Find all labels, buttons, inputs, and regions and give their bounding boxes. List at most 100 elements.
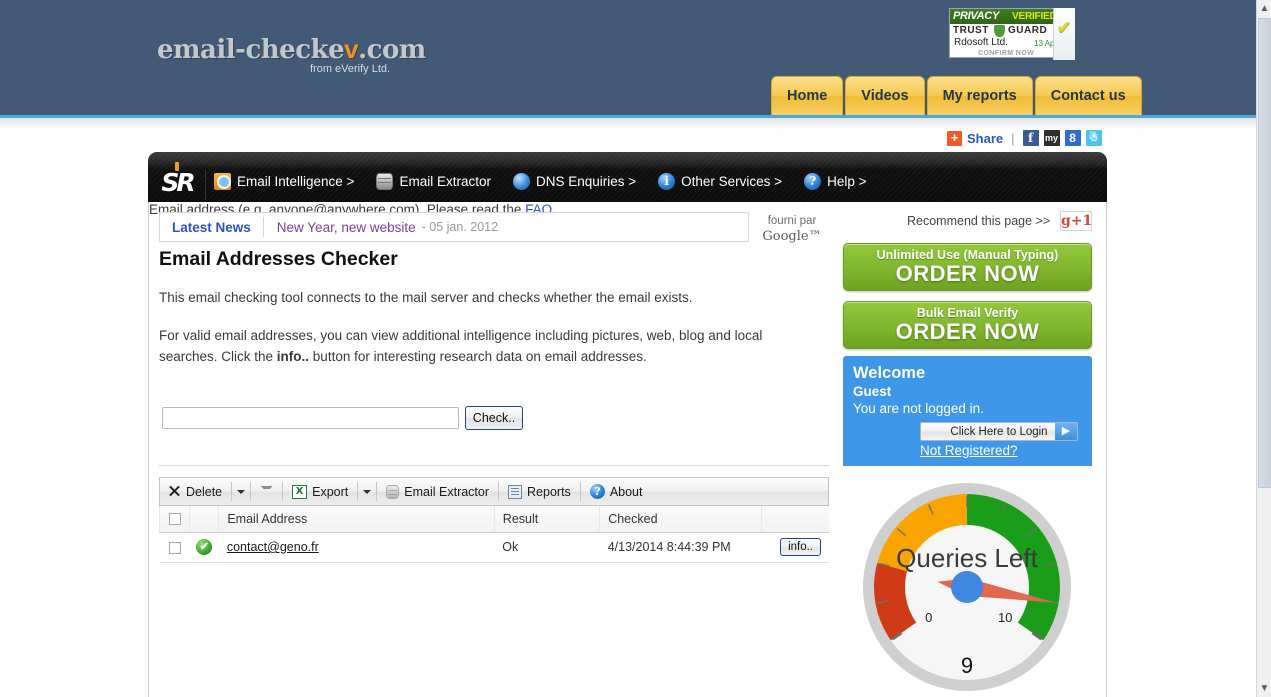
logo-text: email-checke — [157, 35, 345, 65]
delete-dropdown-icon[interactable] — [233, 478, 249, 505]
nav-tab-home[interactable]: Home — [771, 76, 844, 115]
toolbar-separator-5 — [376, 482, 378, 501]
googleplus-share-icon[interactable]: 8 — [1064, 130, 1081, 146]
select-all-header[interactable] — [158, 506, 190, 533]
status-header — [189, 506, 219, 533]
column-header-result[interactable]: Result — [493, 506, 600, 533]
menu-label-email-intelligence: Email Intelligence > — [237, 174, 355, 189]
help-icon: ? — [589, 484, 605, 499]
welcome-title: Welcome — [853, 364, 926, 382]
scroll-down-icon[interactable]: ▼ — [1257, 680, 1271, 697]
order-unlimited-subtitle: Unlimited Use (Manual Typing) — [876, 248, 1059, 262]
row-result-cell: Ok — [494, 532, 600, 563]
logo-tagline: from eVerify Ltd. — [310, 63, 391, 75]
gauge-svg: Queries Left 0 10 9 — [859, 479, 1075, 695]
email-address-link[interactable]: contact@geno.fr — [227, 540, 319, 554]
latest-news-label: Latest News — [172, 219, 251, 235]
nav-tab-contact-us[interactable]: Contact us — [1034, 76, 1142, 115]
news-provider-line2: Google™ — [762, 229, 822, 244]
filter-button[interactable] — [252, 478, 281, 505]
menu-item-help[interactable]: ? Help > — [804, 173, 866, 190]
news-date: - 05 jan. 2012 — [421, 220, 499, 234]
order-now-unlimited-button[interactable]: Unlimited Use (Manual Typing) ORDER NOW — [843, 243, 1092, 291]
welcome-box: Welcome Guest You are not logged in. Cli… — [843, 356, 1092, 466]
scrollbar-thumb[interactable] — [1258, 18, 1271, 488]
page-root: email-checkev.com from eVerify Ltd. PRIV… — [0, 0, 1271, 697]
share-label[interactable]: Share — [967, 131, 1003, 146]
reports-button[interactable]: Reports — [500, 478, 579, 505]
delete-button[interactable]: Delete — [160, 478, 230, 505]
table-row[interactable]: ✔ contact@geno.fr Ok 4/13/2014 8:44:39 P… — [159, 532, 829, 563]
menu-item-email-intelligence[interactable]: Email Intelligence > — [214, 173, 354, 190]
email-input[interactable] — [162, 407, 459, 429]
trust-badge-trust: TRUST — [953, 25, 989, 36]
toolbar-separator-1 — [231, 482, 233, 501]
facebook-share-icon[interactable]: f — [1022, 130, 1039, 146]
trust-guard-badge[interactable]: PRIVACY VERIFIED TRUST GUARD Rdosoft Ltd… — [949, 8, 1075, 60]
news-headline-link[interactable]: New Year, new website — [264, 220, 416, 235]
trust-badge-company: Rdosoft Ltd. — [954, 37, 1008, 48]
menu-item-other-services[interactable]: i Other Services > — [658, 173, 782, 190]
shield-icon — [994, 25, 1005, 37]
order-now-bulk-button[interactable]: Bulk Email Verify ORDER NOW — [843, 301, 1092, 349]
column-header-checked[interactable]: Checked — [599, 506, 762, 533]
gauge-title: Queries Left — [896, 543, 1038, 573]
menu-item-dns-enquiries[interactable]: DNS Enquiries > — [512, 173, 637, 190]
nav-tab-videos[interactable]: Videos — [845, 76, 925, 115]
content-divider — [159, 465, 829, 466]
login-button[interactable]: Click Here to Login ▶ — [920, 422, 1078, 441]
header-gradient-strip — [0, 118, 1256, 130]
row-select-cell[interactable] — [159, 532, 190, 563]
toolbar-separator-7 — [579, 482, 581, 501]
share-plus-icon[interactable]: + — [947, 130, 962, 146]
column-header-action — [761, 506, 829, 533]
database-icon — [376, 173, 394, 190]
twitter-share-icon[interactable]: ☃ — [1085, 130, 1102, 146]
trust-badge-guard: GUARD — [1008, 25, 1048, 36]
results-table: Email Address Result Checked ✔ contact@g… — [158, 506, 829, 563]
google-plus-one-button[interactable]: g+1 — [1060, 211, 1092, 231]
page-title: Email Addresses Checker — [159, 248, 398, 270]
welcome-username: Guest — [853, 384, 892, 399]
row-checkbox[interactable] — [168, 541, 181, 554]
table-header-row: Email Address Result Checked — [158, 506, 829, 533]
help-icon: ? — [804, 173, 822, 190]
nav-tab-my-reports[interactable]: My reports — [926, 76, 1033, 115]
menu-label-dns-enquiries: DNS Enquiries > — [535, 174, 637, 189]
excel-icon: X — [292, 484, 308, 499]
menu-label-email-extractor: Email Extractor — [399, 174, 491, 189]
menu-item-email-extractor[interactable]: Email Extractor — [376, 173, 491, 190]
column-header-email[interactable]: Email Address — [218, 506, 495, 533]
toolbar-divider — [205, 170, 206, 200]
reports-icon — [508, 484, 523, 499]
not-registered-link[interactable]: Not Registered? — [920, 443, 1018, 458]
about-button[interactable]: ? About — [582, 478, 651, 505]
news-provider-line1: fourni par — [767, 215, 817, 227]
welcome-login-status: You are not logged in. — [853, 401, 984, 416]
myspace-share-icon[interactable]: my — [1043, 130, 1060, 146]
select-all-checkbox[interactable] — [168, 513, 181, 526]
delete-label: Delete — [186, 484, 223, 499]
main-navigation: Home Videos My reports Contact us — [771, 76, 1142, 115]
info-button[interactable]: info.. — [780, 538, 821, 556]
about-label: About — [609, 484, 643, 499]
check-button[interactable]: Check.. — [465, 406, 523, 430]
trust-badge-confirm[interactable]: CONFIRM NOW — [978, 50, 1034, 57]
login-button-label: Click Here to Login — [950, 426, 1048, 438]
row-email-cell: contact@geno.fr — [218, 532, 495, 563]
export-dropdown-icon[interactable] — [359, 478, 375, 505]
sr-logo[interactable]: SR — [153, 162, 201, 200]
gauge-max-label: 10 — [998, 610, 1012, 625]
site-logo[interactable]: email-checkev.com — [157, 34, 426, 65]
logo-tld: .com — [358, 35, 426, 65]
email-extractor-button[interactable]: Email Extractor — [378, 478, 497, 505]
reports-label: Reports — [527, 484, 571, 499]
app-menu-bar: Email Intelligence > Email Extractor DNS… — [214, 173, 866, 190]
export-button[interactable]: X Export — [284, 478, 356, 505]
scroll-up-icon[interactable]: ▲ — [1257, 0, 1271, 17]
vertical-scrollbar[interactable]: ▲ ▼ — [1256, 0, 1271, 697]
check-icon: ✔ — [1057, 18, 1072, 37]
delete-x-icon — [168, 485, 181, 498]
intro-paragraph-2-bold: info.. — [276, 349, 310, 364]
app-toolbar-panel: SR Email Intelligence > Email Extractor … — [148, 152, 1107, 202]
